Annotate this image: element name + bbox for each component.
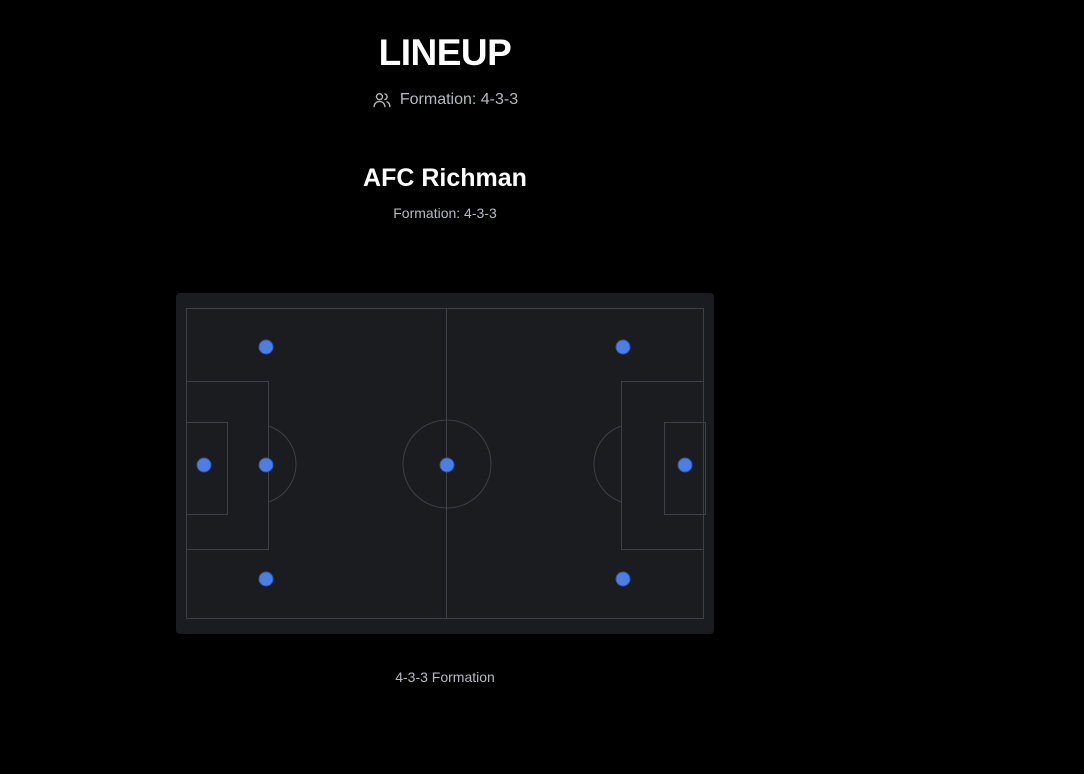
formation-label: Formation: 4-3-3: [399, 91, 519, 108]
lineup-header: LINEUP Formation: 4-3-3: [0, 30, 890, 110]
formation-summary: Formation: 4-3-3: [0, 90, 890, 110]
users-icon: [372, 90, 392, 110]
player-marker-lb[interactable]: [258, 339, 274, 355]
formation-caption: 4-3-3 Formation: [395, 669, 495, 685]
page-title: LINEUP: [378, 32, 512, 73]
player-marker-lw[interactable]: [615, 339, 631, 355]
player-markers: [196, 339, 693, 587]
team-name: AFC Richman: [363, 164, 527, 192]
player-marker-gk2[interactable]: [677, 457, 693, 473]
team-formation: Formation: 4-3-3: [393, 205, 497, 221]
lineup-page: LINEUP Formation: 4-3-3 AFC Richman Form…: [0, 0, 1084, 774]
player-marker-cb[interactable]: [258, 457, 274, 473]
pitch-card: [176, 293, 714, 634]
player-marker-rb[interactable]: [258, 571, 274, 587]
player-marker-rw[interactable]: [615, 571, 631, 587]
player-marker-cm[interactable]: [439, 457, 455, 473]
football-pitch: [186, 308, 706, 619]
right-penalty-arc: [593, 425, 622, 503]
team-block: AFC Richman Formation: 4-3-3: [0, 162, 890, 222]
player-marker-gk[interactable]: [196, 457, 212, 473]
